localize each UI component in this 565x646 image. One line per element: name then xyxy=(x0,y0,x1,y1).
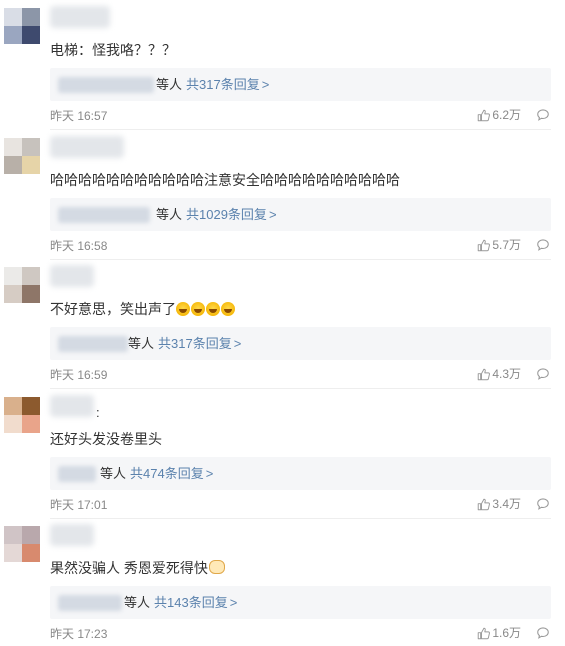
author-name-blurred[interactable] xyxy=(50,524,94,546)
avatar[interactable] xyxy=(4,267,40,303)
thumbs-up-icon xyxy=(478,368,491,381)
comment-bubble-icon[interactable] xyxy=(536,367,550,381)
comment-time: 昨天 17:23 xyxy=(50,627,108,641)
author-name-blurred[interactable] xyxy=(50,6,110,28)
like-count: 3.4万 xyxy=(492,497,521,511)
laughing-crying-emoji-icon xyxy=(206,302,220,316)
reply-count-link[interactable]: 共1029条回复 xyxy=(186,207,267,222)
comment-text: 不好意思，笑出声了 xyxy=(50,299,236,319)
reply-suffix: 等人 xyxy=(124,595,151,610)
avatar[interactable] xyxy=(4,8,40,44)
comment-time: 昨天 17:01 xyxy=(50,498,108,512)
laughing-crying-emoji-icon xyxy=(221,302,235,316)
reply-authors-blurred xyxy=(58,595,122,611)
like-button[interactable]: 1.6万 xyxy=(477,625,521,642)
reply-suffix: 等人 xyxy=(100,466,127,481)
thumbs-up-icon xyxy=(478,498,491,511)
laughing-crying-emoji-icon xyxy=(176,302,190,316)
comment-item: : 还好头发没卷里头 等人 共474条回复 > 昨天 17:01 3.4万 xyxy=(0,389,565,519)
like-button[interactable]: 5.7万 xyxy=(477,237,521,254)
thumbs-up-icon xyxy=(478,239,491,252)
thumbs-up-icon xyxy=(478,109,491,122)
avatar[interactable] xyxy=(4,397,40,433)
laughing-crying-emoji-icon xyxy=(191,302,205,316)
comment-time: 昨天 16:58 xyxy=(50,239,108,253)
comment-bubble-icon[interactable] xyxy=(536,626,550,640)
comment-text-content: 不好意思，笑出声了 xyxy=(50,301,176,317)
chevron-right-icon: > xyxy=(205,466,214,481)
comment-item: 果然没骗人 秀恩爱死得快 等人 共143条回复 > 昨天 17:23 1.6万 xyxy=(0,518,565,646)
reply-count-link[interactable]: 共143条回复 xyxy=(154,595,228,610)
reply-authors-blurred xyxy=(58,207,150,223)
cat-face-emoji-icon xyxy=(208,560,225,574)
like-button[interactable]: 6.2万 xyxy=(477,107,521,124)
like-count: 4.3万 xyxy=(492,367,521,381)
like-count: 1.6万 xyxy=(492,626,521,640)
chevron-right-icon: > xyxy=(233,336,242,351)
avatar[interactable] xyxy=(4,526,40,562)
reply-authors-blurred xyxy=(58,77,154,93)
reply-summary[interactable]: 等人 共317条回复 > xyxy=(50,68,551,101)
comment-item: 哈哈哈哈哈哈哈哈哈哈哈注意安全哈哈哈哈哈哈哈哈哈哈 等人 共1029条回复 > 昨天… xyxy=(0,130,565,260)
reply-summary[interactable]: 等人 共143条回复 > xyxy=(50,586,551,619)
chevron-right-icon: > xyxy=(261,77,270,92)
chevron-right-icon: > xyxy=(268,207,277,222)
like-button[interactable]: 3.4万 xyxy=(477,496,521,513)
reply-count-link[interactable]: 共317条回复 xyxy=(186,77,260,92)
chevron-right-icon: > xyxy=(229,595,238,610)
reply-suffix: 等人 xyxy=(156,77,183,92)
like-count: 5.7万 xyxy=(492,238,521,252)
reply-count-link[interactable]: 共317条回复 xyxy=(158,336,232,351)
comment-bubble-icon[interactable] xyxy=(536,238,550,252)
comment-bubble-icon[interactable] xyxy=(536,497,550,511)
comment-item: 电梯：怪我咯？？？ 等人 共317条回复 > 昨天 16:57 6.2万 xyxy=(0,0,565,130)
comment-text: 还好头发没卷里头 xyxy=(50,431,162,447)
reply-summary[interactable]: 等人 共474条回复 > xyxy=(50,457,551,490)
comment-text: 果然没骗人 秀恩爱死得快 xyxy=(50,558,225,578)
reply-count-link[interactable]: 共474条回复 xyxy=(130,466,204,481)
reply-authors-blurred xyxy=(58,336,128,352)
comment-text: 电梯：怪我咯？？？ xyxy=(50,42,176,58)
thumbs-up-icon xyxy=(478,627,491,640)
reply-authors-blurred xyxy=(58,466,96,482)
author-name-suffix: : xyxy=(96,405,100,420)
reply-suffix: 等人 xyxy=(156,207,183,222)
author-name-blurred[interactable] xyxy=(50,265,94,287)
comment-item: 不好意思，笑出声了 等人 共317条回复 > 昨天 16:59 4.3万 xyxy=(0,259,565,389)
reply-summary[interactable]: 等人 共1029条回复 > xyxy=(50,198,551,231)
reply-suffix: 等人 xyxy=(128,336,155,351)
author-name-blurred[interactable] xyxy=(50,136,124,158)
avatar[interactable] xyxy=(4,138,40,174)
comment-time: 昨天 16:57 xyxy=(50,109,108,123)
author-name-blurred[interactable] xyxy=(50,395,94,417)
comment-time: 昨天 16:59 xyxy=(50,368,108,382)
reply-summary[interactable]: 等人 共317条回复 > xyxy=(50,327,551,360)
comment-bubble-icon[interactable] xyxy=(536,108,550,122)
like-button[interactable]: 4.3万 xyxy=(477,366,521,383)
comment-text: 哈哈哈哈哈哈哈哈哈哈哈注意安全哈哈哈哈哈哈哈哈哈哈 xyxy=(50,172,400,188)
comment-text-content: 果然没骗人 秀恩爱死得快 xyxy=(50,560,208,576)
like-count: 6.2万 xyxy=(492,108,521,122)
